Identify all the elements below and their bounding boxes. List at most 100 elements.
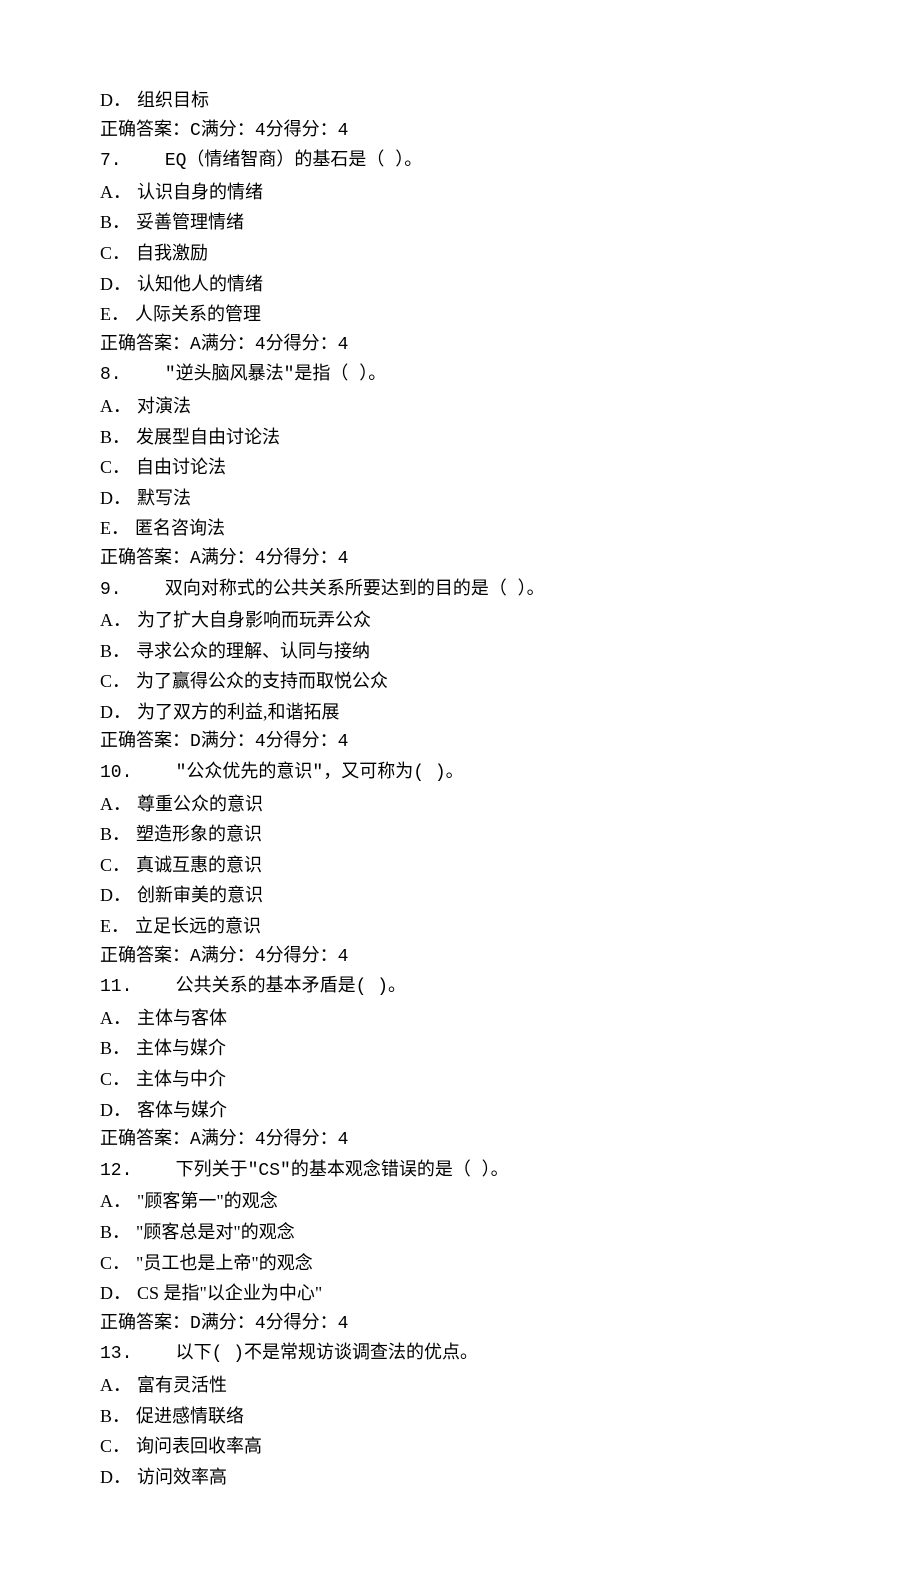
option-line: B．寻求公众的理解、认同与接纳	[100, 636, 820, 667]
full-score-label: 满分：	[201, 1309, 255, 1340]
option-text: 为了扩大自身影响而玩弄公众	[137, 605, 371, 636]
answer-value: A	[190, 942, 201, 973]
score-value: 4	[338, 942, 349, 973]
question-text: 公共关系的基本矛盾是( )。	[176, 977, 406, 997]
full-score-value: 4	[255, 544, 266, 575]
option-text: 组织目标	[137, 85, 209, 116]
option-text: 妥善管理情绪	[136, 207, 244, 238]
full-score-value: 4	[255, 330, 266, 361]
score-label: 得分：	[284, 727, 338, 758]
option-line: B．"顾客总是对"的观念	[100, 1217, 820, 1248]
question-number: 7.	[100, 151, 122, 171]
option-line: C．自由讨论法	[100, 452, 820, 483]
answer-label: 正确答案：	[100, 727, 190, 758]
score-value: 4	[338, 330, 349, 361]
question-text: EQ（情绪智商）的基石是（ ）。	[165, 151, 422, 171]
option-line: C．"员工也是上帝"的观念	[100, 1248, 820, 1279]
option-letter: D．	[100, 85, 131, 116]
option-letter: D．	[100, 483, 131, 514]
option-letter: D．	[100, 880, 131, 911]
option-letter: A．	[100, 391, 131, 422]
option-letter: C．	[100, 1248, 130, 1279]
option-letter: B．	[100, 1401, 130, 1432]
option-line: D．认知他人的情绪	[100, 269, 820, 300]
score-value: 4	[338, 1309, 349, 1340]
answer-line: 正确答案：A 满分：4 分 得分：4	[100, 330, 820, 361]
question-line: 7. EQ（情绪智商）的基石是（ ）。	[100, 146, 820, 177]
score-value: 4	[338, 116, 349, 147]
full-score-label: 满分：	[201, 116, 255, 147]
option-line: B．主体与媒介	[100, 1033, 820, 1064]
score-unit: 分	[266, 727, 284, 758]
option-line: B．发展型自由讨论法	[100, 422, 820, 453]
option-line: A．主体与客体	[100, 1003, 820, 1034]
option-text: 询问表回收率高	[136, 1431, 262, 1462]
option-letter: C．	[100, 1431, 130, 1462]
score-label: 得分：	[284, 1309, 338, 1340]
option-letter: B．	[100, 1033, 130, 1064]
option-line: C．询问表回收率高	[100, 1431, 820, 1462]
option-line: B．塑造形象的意识	[100, 819, 820, 850]
answer-value: A	[190, 1125, 201, 1156]
full-score-value: 4	[255, 1125, 266, 1156]
option-line: A．对演法	[100, 391, 820, 422]
option-text: 尊重公众的意识	[137, 789, 263, 820]
option-letter: D．	[100, 1278, 131, 1309]
answer-value: D	[190, 1309, 201, 1340]
option-letter: D．	[100, 697, 131, 728]
option-line: B．促进感情联络	[100, 1401, 820, 1432]
option-line: C．自我激励	[100, 238, 820, 269]
answer-line: 正确答案：C 满分：4 分 得分：4	[100, 116, 820, 147]
answer-label: 正确答案：	[100, 544, 190, 575]
full-score-label: 满分：	[201, 330, 255, 361]
answer-line: 正确答案：A 满分：4 分 得分：4	[100, 1125, 820, 1156]
option-line: C．主体与中介	[100, 1064, 820, 1095]
option-letter: A．	[100, 1370, 131, 1401]
answer-value: D	[190, 727, 201, 758]
answer-line: 正确答案：A 满分：4 分 得分：4	[100, 942, 820, 973]
score-unit: 分	[266, 1125, 284, 1156]
option-letter: A．	[100, 789, 131, 820]
option-text: 寻求公众的理解、认同与接纳	[136, 636, 370, 667]
option-text: 发展型自由讨论法	[136, 422, 280, 453]
document-body: D．组织目标正确答案：C 满分：4 分 得分：47. EQ（情绪智商）的基石是（…	[100, 85, 820, 1492]
option-text: 主体与中介	[136, 1064, 226, 1095]
score-unit: 分	[266, 116, 284, 147]
option-letter: E．	[100, 299, 129, 330]
option-line: D．为了双方的利益,和谐拓展	[100, 697, 820, 728]
option-line: D．客体与媒介	[100, 1095, 820, 1126]
full-score-label: 满分：	[201, 544, 255, 575]
option-line: D．CS 是指"以企业为中心"	[100, 1278, 820, 1309]
option-text: 主体与媒介	[136, 1033, 226, 1064]
option-line: A．尊重公众的意识	[100, 789, 820, 820]
answer-label: 正确答案：	[100, 942, 190, 973]
question-number: 11.	[100, 977, 132, 997]
option-line: D．创新审美的意识	[100, 880, 820, 911]
option-line: E．立足长远的意识	[100, 911, 820, 942]
option-text: 匿名咨询法	[135, 513, 225, 544]
answer-value: A	[190, 544, 201, 575]
option-text: 创新审美的意识	[137, 880, 263, 911]
question-number: 9.	[100, 580, 122, 600]
option-text: 立足长远的意识	[135, 911, 261, 942]
option-line: A．"顾客第一"的观念	[100, 1186, 820, 1217]
option-text: "顾客总是对"的观念	[136, 1217, 295, 1248]
score-label: 得分：	[284, 1125, 338, 1156]
option-letter: B．	[100, 1217, 130, 1248]
question-text: 双向对称式的公共关系所要达到的目的是（ ）。	[165, 580, 545, 600]
question-text: "公众优先的意识"，又可称为( )。	[176, 763, 464, 783]
score-label: 得分：	[284, 942, 338, 973]
option-text: 认知他人的情绪	[137, 269, 263, 300]
question-text: "逆头脑风暴法"是指（ ）。	[165, 365, 386, 385]
score-unit: 分	[266, 1309, 284, 1340]
answer-label: 正确答案：	[100, 1309, 190, 1340]
option-text: 促进感情联络	[136, 1401, 244, 1432]
score-value: 4	[338, 727, 349, 758]
option-text: "员工也是上帝"的观念	[136, 1248, 313, 1279]
option-line: E．匿名咨询法	[100, 513, 820, 544]
full-score-value: 4	[255, 1309, 266, 1340]
option-line: D．访问效率高	[100, 1462, 820, 1493]
score-unit: 分	[266, 942, 284, 973]
option-text: 富有灵活性	[137, 1370, 227, 1401]
option-letter: C．	[100, 452, 130, 483]
